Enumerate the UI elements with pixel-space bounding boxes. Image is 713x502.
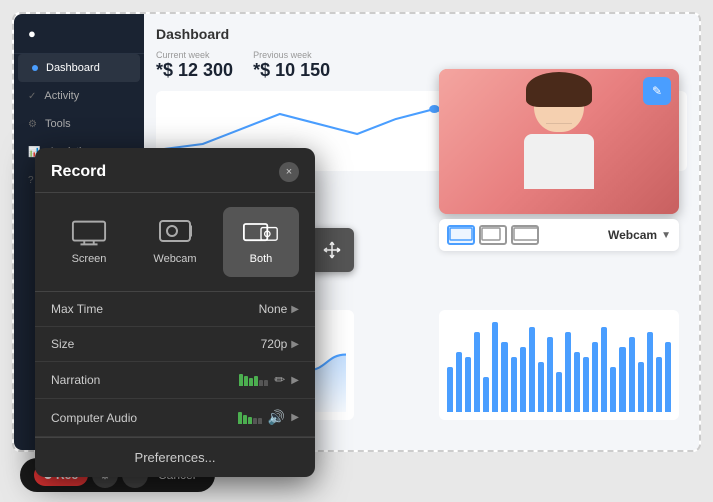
- bar-chart-bar: [501, 342, 507, 412]
- webcam-preview: ✎: [439, 69, 679, 214]
- source-row: Screen Webcam Both: [35, 193, 315, 291]
- bar-chart-bar: [547, 337, 553, 412]
- computer-audio-arrow[interactable]: ▶: [291, 412, 299, 423]
- person-head: [534, 77, 584, 132]
- source-screen-button[interactable]: Screen: [51, 207, 127, 277]
- bar-chart-bar: [656, 357, 662, 412]
- sidebar-dashboard-label: Dashboard: [46, 62, 100, 74]
- bar-chart-bar: [520, 347, 526, 412]
- view-btn-small[interactable]: [479, 225, 507, 245]
- dashboard-title: Dashboard: [156, 26, 687, 42]
- record-modal: Record × Screen: [35, 148, 315, 477]
- size-arrow[interactable]: ▶: [291, 339, 299, 350]
- bar-chart-bar: [474, 332, 480, 412]
- modal-close-button[interactable]: ×: [279, 162, 299, 182]
- screen-icon: [71, 219, 107, 247]
- max-time-value: None: [259, 302, 288, 316]
- previous-week-stat: Previous week *$ 10 150: [253, 50, 330, 81]
- person-silhouette: [509, 77, 609, 207]
- both-icon: [243, 219, 279, 247]
- narration-volume: [239, 374, 268, 386]
- bar-chart-bar: [556, 372, 562, 412]
- previous-week-value: *$ 10 150: [253, 60, 330, 81]
- webcam-toolbar: Webcam ▼: [439, 219, 679, 251]
- bar-chart-bar: [610, 367, 616, 412]
- computer-audio-speaker-icon: 🔊: [268, 409, 285, 426]
- bar-chart-bar: [601, 327, 607, 412]
- preferences-button[interactable]: Preferences...: [35, 437, 315, 477]
- computer-audio-label: Computer Audio: [51, 411, 238, 425]
- person-hair: [526, 72, 592, 107]
- source-both-button[interactable]: Both: [223, 207, 299, 277]
- bar-chart-bar: [465, 357, 471, 412]
- sidebar-activity-label: Activity: [44, 90, 79, 102]
- bar-chart-bar: [483, 377, 489, 412]
- computer-audio-row: Computer Audio 🔊 ▶: [35, 399, 315, 437]
- bar-chart-bar: [565, 332, 571, 412]
- size-row: Size 720p ▶: [35, 327, 315, 362]
- bar-chart-bar: [592, 342, 598, 412]
- move-handle[interactable]: [310, 228, 354, 272]
- bar-chart-bar: [511, 357, 517, 412]
- narration-mic-icon: ✏: [274, 372, 285, 388]
- settings-section: Max Time None ▶ Size 720p ▶ Narration ✏ …: [35, 291, 315, 437]
- webcam-icon: [157, 219, 193, 247]
- webcam-label: Webcam: [608, 228, 657, 242]
- webcam-edit-button[interactable]: ✎: [643, 77, 671, 105]
- sidebar-item-tools[interactable]: ⚙ Tools: [14, 110, 144, 138]
- source-both-label: Both: [250, 253, 273, 265]
- bar-chart-bar: [665, 342, 671, 412]
- max-time-row: Max Time None ▶: [35, 292, 315, 327]
- narration-label: Narration: [51, 373, 239, 387]
- current-week-label: Current week: [156, 50, 233, 60]
- bar-chart-bar: [447, 367, 453, 412]
- sidebar-item-activity[interactable]: ✓ Activity: [14, 82, 144, 110]
- sidebar-tools-label: Tools: [45, 118, 71, 130]
- modal-title: Record: [51, 163, 106, 181]
- view-btn-screen[interactable]: [447, 225, 475, 245]
- narration-row: Narration ✏ ▶: [35, 362, 315, 399]
- size-value: 720p: [261, 337, 288, 351]
- dashboard-dot: [32, 65, 38, 71]
- view-btn-large[interactable]: [511, 225, 539, 245]
- modal-header: Record ×: [35, 148, 315, 193]
- previous-week-label: Previous week: [253, 50, 330, 60]
- source-screen-label: Screen: [72, 253, 107, 265]
- sidebar-item-dashboard[interactable]: Dashboard: [18, 54, 140, 82]
- bar-chart-bar: [629, 337, 635, 412]
- bar-chart-bar: [574, 352, 580, 412]
- bar-chart-bar: [492, 322, 498, 412]
- bar-chart-bar: [529, 327, 535, 412]
- webcam-dropdown-arrow[interactable]: ▼: [661, 230, 671, 241]
- max-time-arrow[interactable]: ▶: [291, 304, 299, 315]
- bar-chart-bar: [619, 347, 625, 412]
- bar-chart-bar: [583, 357, 589, 412]
- source-webcam-button[interactable]: Webcam: [137, 207, 213, 277]
- bar-chart-bar: [456, 352, 462, 412]
- bar-chart-bar: [647, 332, 653, 412]
- size-label: Size: [51, 337, 261, 351]
- current-week-value: *$ 12 300: [156, 60, 233, 81]
- person-body: [524, 134, 594, 189]
- bar-chart-bar: [638, 362, 644, 412]
- computer-audio-volume: [238, 412, 262, 424]
- narration-arrow[interactable]: ▶: [291, 375, 299, 386]
- max-time-label: Max Time: [51, 302, 259, 316]
- sidebar-logo: ●: [14, 14, 144, 54]
- source-webcam-label: Webcam: [153, 253, 196, 265]
- bar-chart-area: [439, 310, 679, 420]
- bar-chart-bar: [538, 362, 544, 412]
- current-week-stat: Current week *$ 12 300: [156, 50, 233, 81]
